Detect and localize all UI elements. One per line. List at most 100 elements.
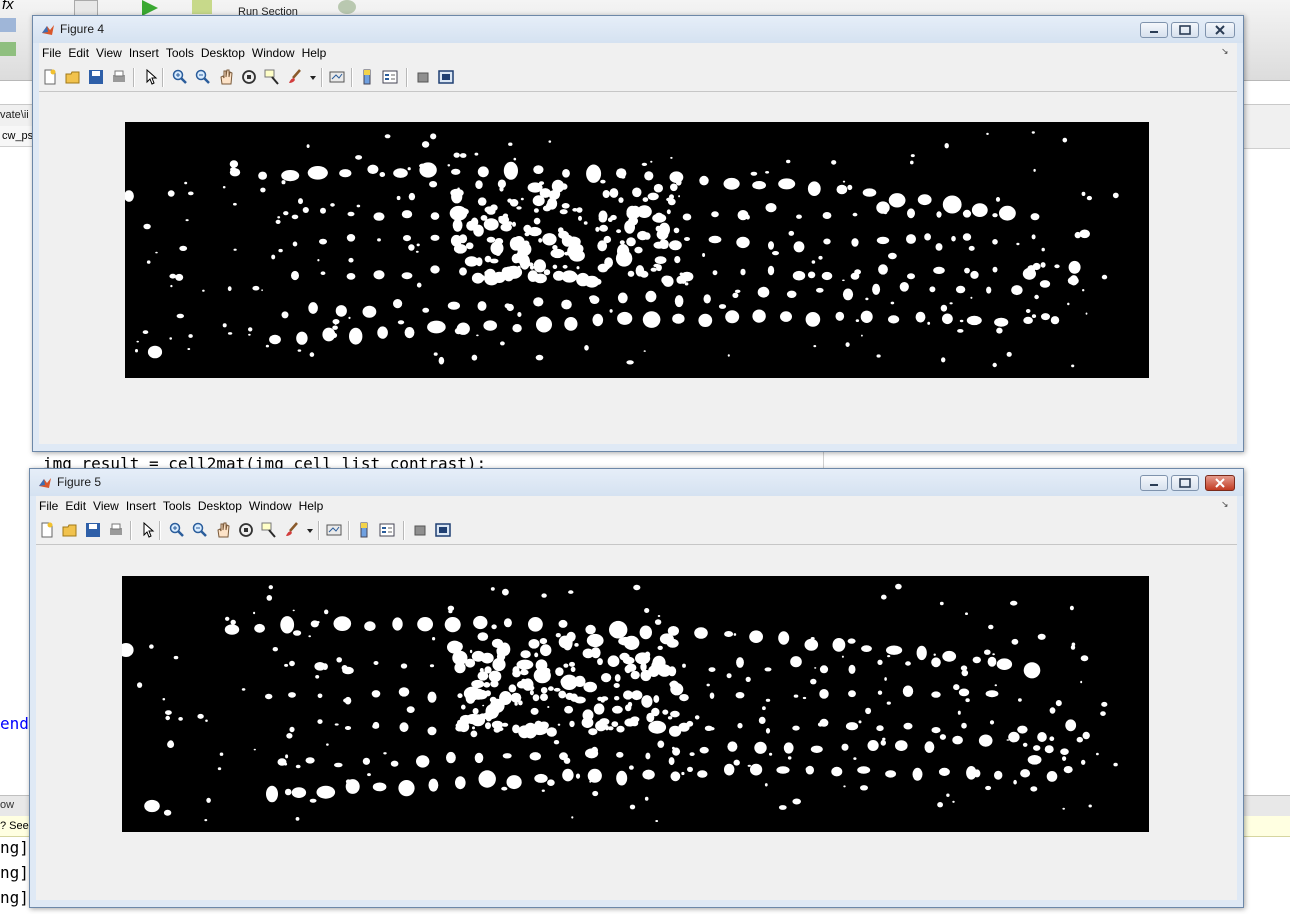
brush-dropdown-icon[interactable] xyxy=(302,522,318,538)
editor-file-tab[interactable]: cw_ps xyxy=(0,126,34,147)
run-and-time-icon[interactable] xyxy=(338,0,356,14)
image-blob xyxy=(711,211,719,218)
pan-icon[interactable] xyxy=(215,522,231,538)
image-blob xyxy=(1069,275,1079,286)
image-blob xyxy=(776,766,790,774)
menu-file[interactable]: File xyxy=(39,43,64,63)
function-icon[interactable]: fx xyxy=(2,0,14,13)
print-icon[interactable] xyxy=(108,522,124,538)
image-blob xyxy=(841,655,844,658)
figure-4-window[interactable]: Figure 4 File Edit View Insert Tools Desktop W… xyxy=(32,15,1244,452)
show-plot-tools-icon[interactable] xyxy=(435,522,451,538)
edit-plot-icon[interactable] xyxy=(140,522,156,538)
menu-help[interactable]: Help xyxy=(296,496,327,516)
image-blob xyxy=(1112,192,1119,199)
link-plot-icon[interactable] xyxy=(329,69,345,85)
menu-insert[interactable]: Insert xyxy=(126,43,162,63)
image-blob xyxy=(540,693,548,701)
toolstrip-icon[interactable] xyxy=(0,42,16,56)
zoom-in-icon[interactable] xyxy=(169,522,185,538)
menu-view[interactable]: View xyxy=(90,496,122,516)
dock-icon[interactable]: ↘ xyxy=(1221,499,1231,509)
menu-window[interactable]: Window xyxy=(249,43,298,63)
image-blob xyxy=(569,249,585,262)
menu-desktop[interactable]: Desktop xyxy=(195,496,245,516)
zoom-out-icon[interactable] xyxy=(195,69,211,85)
dock-icon[interactable]: ↘ xyxy=(1221,46,1231,56)
menu-tools[interactable]: Tools xyxy=(160,496,194,516)
insert-legend-icon[interactable] xyxy=(379,522,395,538)
open-file-icon[interactable] xyxy=(65,69,81,85)
menu-help[interactable]: Help xyxy=(299,43,330,63)
minimize-button[interactable] xyxy=(1140,22,1168,38)
new-figure-icon[interactable] xyxy=(39,522,55,538)
figure-4-titlebar[interactable]: Figure 4 xyxy=(33,16,1243,43)
link-plot-icon[interactable] xyxy=(326,522,342,538)
image-blob xyxy=(610,214,617,221)
save-icon[interactable] xyxy=(85,522,101,538)
insert-colorbar-icon[interactable] xyxy=(359,69,375,85)
insert-legend-icon[interactable] xyxy=(382,69,398,85)
menu-edit[interactable]: Edit xyxy=(65,43,92,63)
save-icon[interactable] xyxy=(88,69,104,85)
insert-colorbar-icon[interactable] xyxy=(356,522,372,538)
menu-edit[interactable]: Edit xyxy=(62,496,89,516)
image-blob xyxy=(895,740,908,751)
maximize-button[interactable] xyxy=(1171,475,1199,491)
menu-view[interactable]: View xyxy=(93,43,125,63)
maximize-button[interactable] xyxy=(1171,22,1199,38)
pan-icon[interactable] xyxy=(218,69,234,85)
zoom-out-icon[interactable] xyxy=(192,522,208,538)
print-icon[interactable] xyxy=(111,69,127,85)
brush-dropdown-icon[interactable] xyxy=(305,69,321,85)
new-figure-icon[interactable] xyxy=(42,69,58,85)
brush-icon[interactable] xyxy=(287,69,303,85)
figure-5-window[interactable]: Figure 5 File Edit View Insert Tools Desktop W… xyxy=(29,468,1244,908)
image-blob xyxy=(619,240,625,245)
image-blob xyxy=(597,658,603,666)
toolstrip-icon[interactable] xyxy=(0,18,16,32)
image-blob xyxy=(687,766,693,772)
rotate-3d-icon[interactable] xyxy=(238,522,254,538)
open-file-icon[interactable] xyxy=(62,522,78,538)
figure-5-titlebar[interactable]: Figure 5 xyxy=(30,469,1243,496)
data-cursor-icon[interactable] xyxy=(264,69,280,85)
toolstrip-icon[interactable] xyxy=(192,0,212,14)
binary-image-axes[interactable] xyxy=(125,122,1149,378)
image-blob xyxy=(941,357,946,363)
menu-tools[interactable]: Tools xyxy=(163,43,197,63)
data-cursor-icon[interactable] xyxy=(261,522,277,538)
run-icon[interactable] xyxy=(142,0,158,16)
brush-icon[interactable] xyxy=(284,522,300,538)
menu-window[interactable]: Window xyxy=(246,496,295,516)
image-blob xyxy=(576,207,583,213)
image-blob xyxy=(422,307,430,313)
image-blob xyxy=(1011,638,1019,645)
menu-file[interactable]: File xyxy=(36,496,61,516)
close-button[interactable] xyxy=(1205,475,1235,491)
image-blob xyxy=(316,621,320,624)
image-blob xyxy=(530,707,539,715)
command-window-notice-text[interactable]: ? See xyxy=(0,820,29,832)
image-blob xyxy=(306,144,310,148)
zoom-in-icon[interactable] xyxy=(172,69,188,85)
binary-image-axes[interactable] xyxy=(122,576,1149,832)
image-blob xyxy=(336,307,340,310)
edit-plot-icon[interactable] xyxy=(143,69,159,85)
menu-desktop[interactable]: Desktop xyxy=(198,43,248,63)
maximize-icon xyxy=(1179,25,1191,35)
image-blob xyxy=(1018,698,1022,702)
image-blob xyxy=(1085,312,1088,315)
image-blob xyxy=(324,609,329,615)
minimize-button[interactable] xyxy=(1140,475,1168,491)
image-blob xyxy=(758,716,766,724)
rotate-3d-icon[interactable] xyxy=(241,69,257,85)
toolstrip-icon[interactable] xyxy=(74,0,98,16)
close-button[interactable] xyxy=(1205,22,1235,38)
hide-plot-tools-icon[interactable] xyxy=(412,522,428,538)
show-plot-tools-icon[interactable] xyxy=(438,69,454,85)
menu-insert[interactable]: Insert xyxy=(123,496,159,516)
image-blob xyxy=(317,693,323,699)
hide-plot-tools-icon[interactable] xyxy=(415,69,431,85)
image-blob xyxy=(684,237,690,241)
